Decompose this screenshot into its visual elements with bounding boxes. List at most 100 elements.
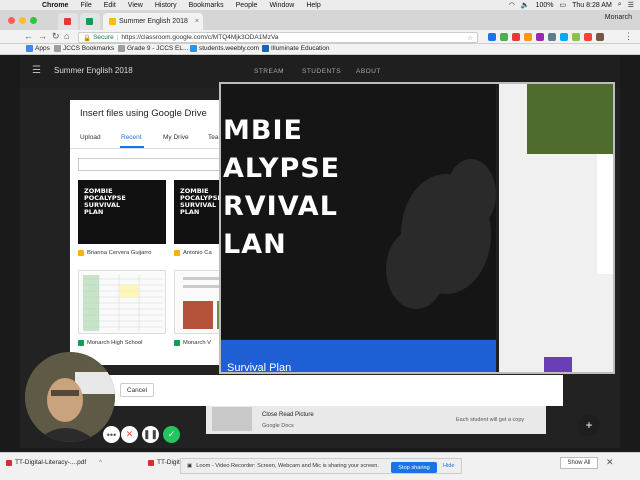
search-icon[interactable]: ⌕ [618,1,622,9]
preview-subtitle-bar: Survival Plan [221,340,496,372]
bookmark-apps[interactable]: Apps [26,45,50,52]
folder-icon [54,45,61,52]
preview-side-panel [499,84,613,372]
extension-icon[interactable] [596,33,604,41]
dialog-title: Insert files using Google Drive [80,108,207,119]
file-name: Monarch High School [87,340,143,346]
chrome-menu-icon[interactable]: ⋮ [624,31,633,42]
menu-history[interactable]: History [155,2,177,9]
tab-team-drives[interactable]: Tea [208,134,218,141]
volume-icon[interactable]: 🔈 [521,1,530,9]
webcam-bubble[interactable] [25,352,115,442]
tab-strip: Summer English 2018 × Monarch [0,10,640,30]
forward-icon[interactable]: → [38,31,47,41]
slides-icon [174,250,180,256]
address-bar[interactable]: 🔒 Secure | https://classroom.google.com/… [78,32,478,43]
tab-favicon [86,18,93,25]
item-title: Close Read Picture [262,412,314,418]
tab-pinned-2[interactable] [80,13,100,30]
extension-icon[interactable] [512,33,520,41]
download-item[interactable]: TT-Digital-Literacy-....pdf ^ [6,459,102,466]
bookmark-illuminate[interactable]: Illuminate Education [262,45,330,52]
close-tab-icon[interactable]: × [195,18,199,25]
home-icon[interactable]: ⌂ [64,31,69,41]
show-all-button[interactable]: Show All [560,457,598,469]
file-name-row: Monarch V [174,340,211,346]
nav-stream[interactable]: STREAM [254,68,284,75]
share-message: Loom - Video Recorder: Screen, Webcam an… [196,463,379,469]
extension-icon[interactable] [560,33,568,41]
menu-people[interactable]: People [236,2,258,9]
cancel-button[interactable]: Cancel [120,383,154,397]
menu-bookmarks[interactable]: Bookmarks [189,2,224,9]
menu-help[interactable]: Help [306,2,320,9]
nav-students[interactable]: STUDENTS [302,68,341,75]
dialog-footer: Cancel [70,375,563,406]
menu-window[interactable]: Window [269,2,294,9]
macos-menu-bar: Chrome File Edit View History Bookmarks … [0,0,640,10]
tab-pinned-1[interactable] [58,13,78,30]
tab-recent[interactable]: Recent [121,134,142,141]
bookmarks-bar: Apps JCCS Bookmarks Grade 9 - JCCS EL...… [0,44,640,55]
drive-picker-dialog: Insert files using Google Drive Upload R… [70,100,225,365]
menu-edit[interactable]: Edit [104,2,116,9]
pause-icon[interactable]: ❚❚ [142,426,159,443]
add-button[interactable]: + [578,414,600,436]
hamburger-menu-icon[interactable]: ☰ [32,65,41,76]
file-thumbnail: ZOMBIE POCALYPSE SURVIVAL PLAN [78,180,166,244]
drive-search-input[interactable] [78,158,225,171]
tab-my-drive[interactable]: My Drive [163,134,189,141]
extension-icon[interactable] [584,33,592,41]
profile-name[interactable]: Monarch [605,14,632,21]
maximize-window-icon[interactable] [30,17,37,24]
extension-icon[interactable] [524,33,532,41]
preview-slide-title: MBIE ALYPSE RVIVAL LAN [223,115,341,260]
file-name: Brianna Cervera Guijarro [87,250,152,256]
tab-favicon [64,18,71,25]
extension-icon[interactable] [572,33,580,41]
clock[interactable]: Thu 8:28 AM [572,2,612,9]
item-source: Google Docs [262,423,294,429]
more-options-icon[interactable]: ••• [103,426,120,443]
reload-icon[interactable]: ↻ [52,31,60,42]
extension-icon[interactable] [548,33,556,41]
bookmark-grade9[interactable]: Grade 9 - JCCS EL... [118,45,188,52]
bookmark-jccs[interactable]: JCCS Bookmarks [54,45,114,52]
bookmark-weebly[interactable]: students.weebly.com [190,45,259,52]
menu-list-icon[interactable]: ☰ [628,1,634,9]
hide-button[interactable]: Hide [443,463,455,469]
wifi-icon[interactable]: ◠ [509,1,515,9]
file-name-row: Antonio Ca [174,250,212,256]
file-name-row: Monarch High School [78,340,142,346]
extension-icon[interactable] [500,33,508,41]
class-title[interactable]: Summer English 2018 [54,66,133,75]
nav-about[interactable]: ABOUT [356,68,381,75]
screen-share-notification: ▣ Loom - Video Recorder: Screen, Webcam … [180,458,462,474]
menu-app-name[interactable]: Chrome [42,2,68,9]
extension-icon[interactable] [488,33,496,41]
star-icon[interactable]: ☆ [467,34,473,42]
thumbnail-title: ZOMBIE POCALYPSE SURVIVAL PLAN [180,187,222,216]
chevron-up-icon[interactable]: ^ [99,459,102,466]
minimize-window-icon[interactable] [19,17,26,24]
back-icon[interactable]: ← [24,31,33,41]
battery-icon[interactable]: ▭ [559,1,566,9]
sheets-icon [174,340,180,346]
tab-upload[interactable]: Upload [80,134,101,141]
close-shelf-icon[interactable]: ✕ [606,457,614,468]
menu-view[interactable]: View [128,2,143,9]
forms-icon [544,357,572,372]
file-name: Antonio Ca [183,250,212,256]
close-window-icon[interactable] [8,17,15,24]
extension-icon[interactable] [536,33,544,41]
stop-sharing-button[interactable]: Stop sharing [391,462,437,473]
tab-title: Summer English 2018 [119,18,188,25]
file-thumbnail [78,270,166,334]
tab-active[interactable]: Summer English 2018 × [103,13,203,30]
cancel-recording-icon[interactable]: ✕ [121,426,138,443]
menu-file[interactable]: File [80,2,91,9]
url-text[interactable]: https://classroom.google.com/c/MTQ4Mjk3O… [121,34,278,41]
classwork-item[interactable]: Close Read Picture Google Docs Each stud… [206,404,546,434]
finish-recording-icon[interactable]: ✓ [163,426,180,443]
battery-percent: 100% [535,1,554,9]
